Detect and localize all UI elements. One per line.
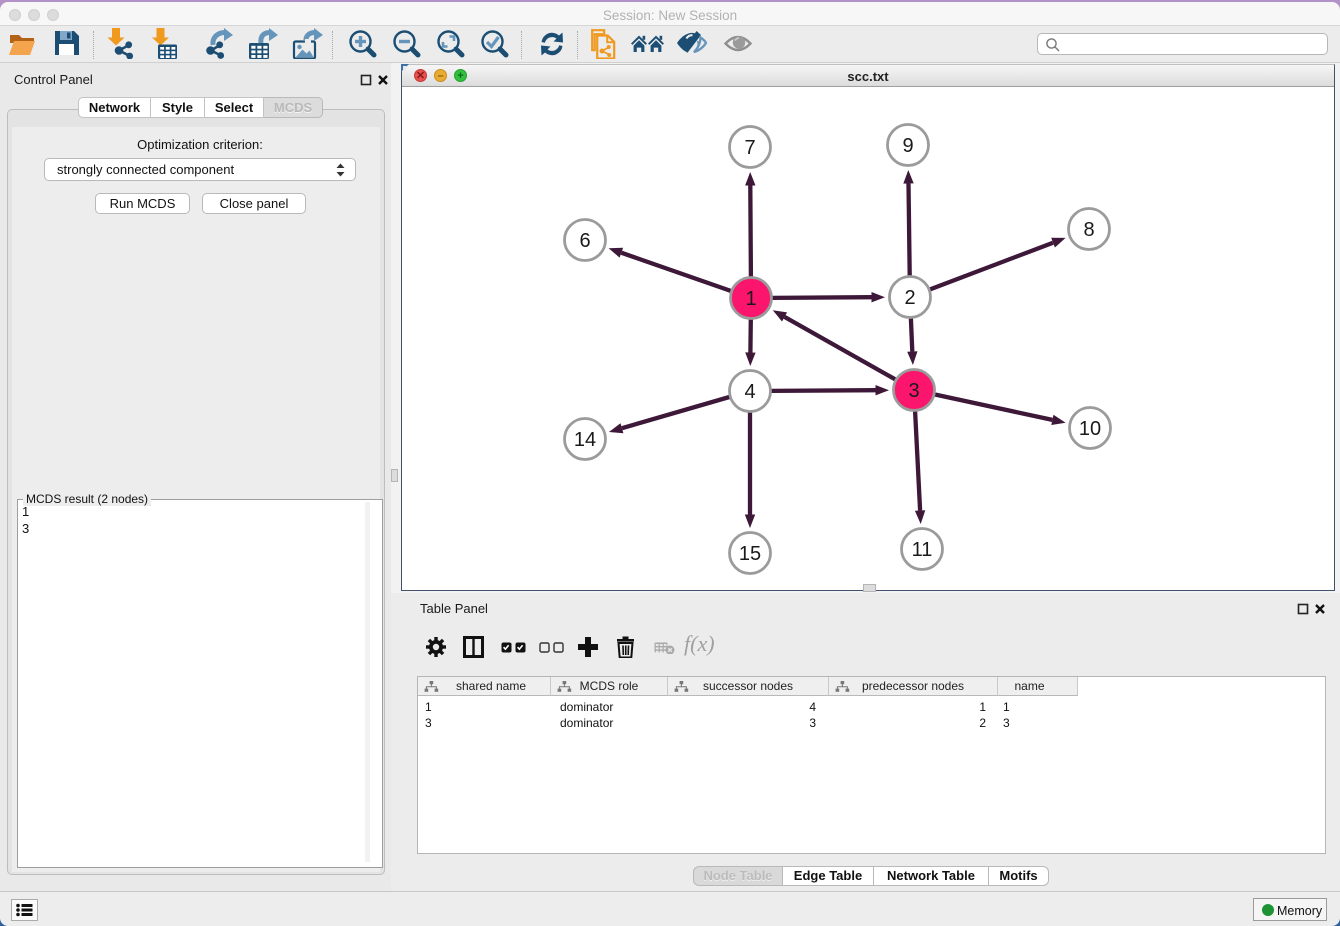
svg-text:11: 11	[912, 539, 933, 561]
svg-text:14: 14	[574, 429, 596, 451]
svg-text:10: 10	[1079, 418, 1101, 440]
svg-text:8: 8	[1083, 219, 1094, 241]
svg-text:1: 1	[745, 288, 756, 310]
svg-text:9: 9	[902, 135, 913, 157]
svg-text:6: 6	[579, 230, 590, 252]
svg-text:2: 2	[904, 287, 915, 309]
svg-text:15: 15	[739, 543, 761, 565]
svg-text:4: 4	[744, 381, 755, 403]
svg-text:7: 7	[744, 137, 755, 159]
svg-text:3: 3	[908, 380, 919, 402]
